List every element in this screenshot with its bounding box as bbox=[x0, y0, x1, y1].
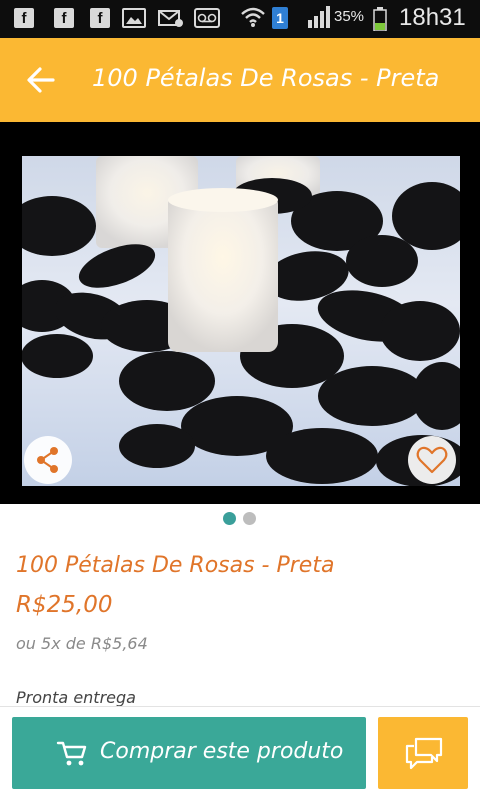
favorite-button[interactable] bbox=[408, 436, 456, 484]
installments-text: ou 5x de R$5,64 bbox=[16, 634, 148, 653]
buy-button-label: Comprar este produto bbox=[100, 739, 344, 764]
battery-percent: 35% bbox=[334, 8, 365, 25]
facebook-icon: f bbox=[90, 8, 110, 28]
bottom-action-bar: Comprar este produto bbox=[0, 706, 480, 800]
back-arrow-icon[interactable] bbox=[26, 66, 56, 94]
battery-icon bbox=[373, 7, 387, 32]
pager-dot-active[interactable] bbox=[223, 512, 236, 525]
share-icon bbox=[37, 447, 58, 473]
voicemail-icon bbox=[194, 8, 220, 28]
share-button[interactable] bbox=[24, 436, 72, 484]
product-photo[interactable] bbox=[22, 156, 460, 486]
chat-icon bbox=[404, 735, 444, 771]
chat-button[interactable] bbox=[378, 717, 468, 789]
app-bar: 100 Pétalas De Rosas - Preta bbox=[0, 38, 480, 122]
availability-text: Pronta entrega bbox=[16, 688, 136, 707]
heart-icon bbox=[416, 446, 448, 474]
signal-icon bbox=[306, 6, 332, 28]
buy-button[interactable]: Comprar este produto bbox=[12, 717, 366, 789]
pager-dot[interactable] bbox=[243, 512, 256, 525]
picture-icon bbox=[122, 8, 146, 28]
facebook-icon: f bbox=[54, 8, 74, 28]
sim-icon: 1 bbox=[272, 7, 288, 29]
product-price: R$25,00 bbox=[16, 592, 113, 618]
gallery-pager bbox=[223, 512, 259, 526]
page-title: 100 Pétalas De Rosas - Preta bbox=[92, 64, 440, 92]
status-bar: f f f 1 35% 18h31 bbox=[0, 0, 480, 38]
mail-icon bbox=[158, 8, 184, 28]
product-title: 100 Pétalas De Rosas - Preta bbox=[16, 553, 335, 578]
wifi-icon bbox=[240, 6, 266, 28]
cart-icon bbox=[56, 739, 88, 767]
clock: 18h31 bbox=[399, 4, 466, 31]
facebook-icon: f bbox=[14, 8, 34, 28]
